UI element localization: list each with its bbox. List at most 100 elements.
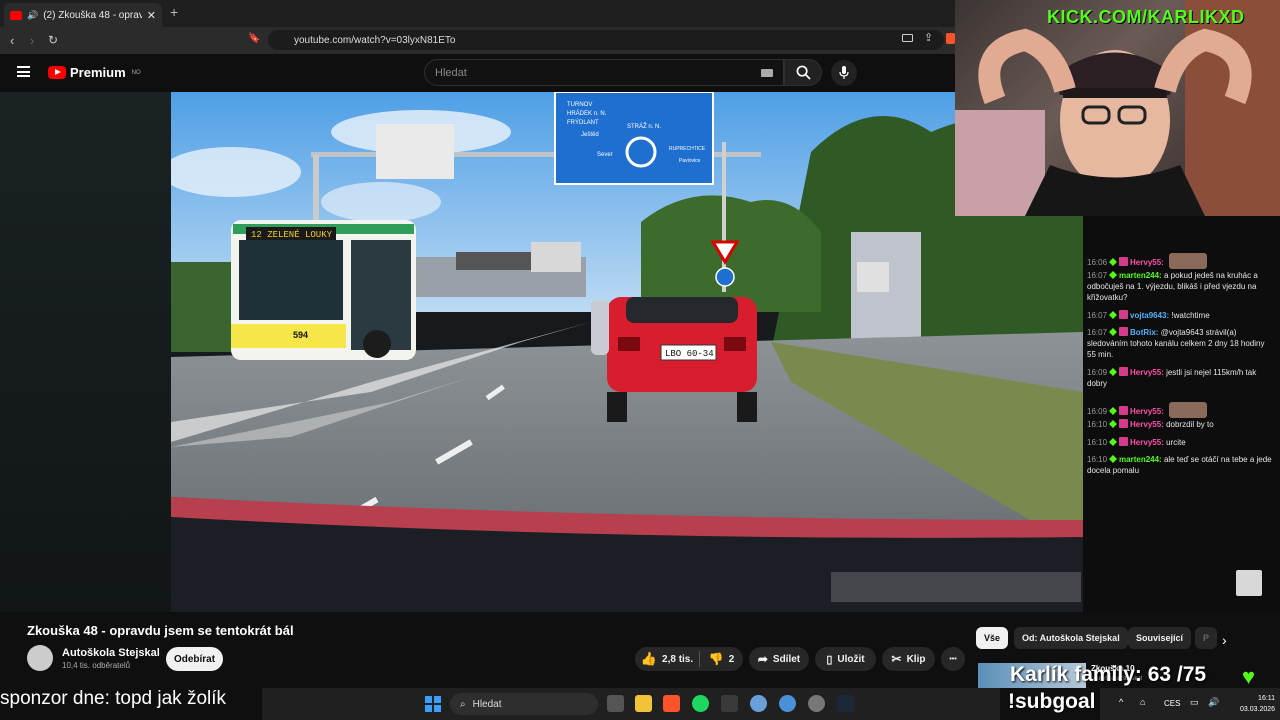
streamer-webcam (955, 0, 1280, 216)
cast-icon[interactable] (902, 34, 913, 42)
sub-badge-icon (1109, 311, 1117, 319)
language-indicator[interactable]: CES (1164, 699, 1180, 708)
sign-right-line-0: RUPRECHTICE (669, 146, 706, 152)
chat-username[interactable]: BotRix: (1130, 328, 1158, 337)
steam-icon[interactable] (837, 695, 854, 712)
channel-name[interactable]: Autoškola Stejskal (62, 647, 160, 659)
chat-timestamp: 16:09 (1087, 368, 1108, 377)
chat-timestamp: 16:10 (1087, 420, 1108, 429)
like-count: 2,8 tis. (662, 653, 694, 665)
dislike-count: 2 (728, 653, 735, 665)
bookmark-icon[interactable]: 🔖 (248, 33, 260, 44)
sub-badge-icon (1109, 420, 1117, 428)
emote-image (1169, 402, 1208, 418)
logo-text: Premium (70, 65, 126, 80)
sign-left-line-1: HRÁDEK n. N. (567, 110, 607, 117)
share-page-icon[interactable]: ⇪ (924, 31, 933, 44)
chat-username[interactable]: Hervy55: (1130, 407, 1164, 416)
user-badge-icon (1119, 257, 1129, 266)
subscribe-button[interactable]: Odebírat (166, 647, 223, 671)
sub-badge-icon (1109, 438, 1117, 446)
youtube-play-icon (48, 66, 66, 79)
chat-username[interactable]: Hervy55: (1130, 438, 1164, 447)
logo-country-badge: NO (131, 69, 141, 76)
chip-from-channel[interactable]: Od: Autoškola Stejskal (1014, 627, 1128, 649)
chevron-right-icon[interactable]: › (1222, 632, 1227, 648)
sign-left-line-0: TURNOV (567, 102, 592, 108)
search-button[interactable] (784, 59, 822, 86)
heart-icon: ♥ (1242, 664, 1256, 689)
car-plate: LBO 60-34 (665, 349, 714, 359)
save-button[interactable]: ▯ Uložit (815, 647, 876, 671)
task-view-icon[interactable] (607, 695, 624, 712)
taskbar-search[interactable]: ⌕ Hledat (450, 693, 598, 715)
sign-center-text: STRÁŽ n. N. (627, 122, 661, 130)
clip-button[interactable]: ✂ Klip (882, 647, 935, 671)
chat-username[interactable]: Hervy55: (1130, 368, 1164, 377)
browser-tab[interactable]: 🔊 (2) Zkouška 48 - opravdu jsem se t ✕ (4, 3, 162, 27)
dislike-button[interactable]: 👎 2 (700, 647, 743, 671)
bus-route-display: 12 ZELENÉ LOUKY (251, 229, 333, 240)
windows-start-icon[interactable] (425, 696, 441, 712)
channel-avatar[interactable] (27, 645, 53, 671)
user-badge-icon (1119, 406, 1129, 415)
chip-all[interactable]: Vše (976, 627, 1009, 649)
brave-browser-icon[interactable] (663, 695, 680, 712)
share-button[interactable]: ➦ Sdílet (749, 647, 809, 671)
bus-number: 594 (293, 330, 308, 340)
sign-left-line-4: Sever (597, 152, 613, 158)
sub-badge-icon (1109, 271, 1117, 279)
chip-related[interactable]: Související (1128, 627, 1192, 649)
chat-username[interactable]: vojta9643: (1130, 311, 1169, 320)
chat-timestamp: 16:09 (1087, 407, 1108, 416)
app-icon[interactable] (721, 695, 738, 712)
chat-message: 16:09 Hervy55: jestli jsi nejel 115km/h t… (1087, 367, 1272, 389)
url-field[interactable]: youtube.com/watch?v=03lyxN81ETo (268, 30, 944, 50)
obs-icon[interactable] (808, 695, 825, 712)
video-frame[interactable]: TURNOV HRÁDEK n. N. FRÝDLANT Ještěd Seve… (171, 92, 1083, 612)
like-button[interactable]: 👍 2,8 tis. (635, 647, 699, 671)
chip-partial[interactable]: P (1195, 627, 1217, 649)
chat-username[interactable]: marten244: (1119, 271, 1162, 280)
sub-badge-icon (1109, 455, 1117, 463)
ccleaner-icon[interactable] (750, 695, 767, 712)
new-tab-icon[interactable]: + (170, 4, 178, 20)
spotify-icon[interactable] (692, 695, 709, 712)
close-tab-icon[interactable]: ✕ (147, 9, 156, 22)
tray-icon[interactable]: ⌂ (1140, 697, 1145, 707)
hamburger-menu-icon[interactable] (17, 66, 30, 77)
share-icon: ➦ (757, 652, 768, 666)
speaker-icon: 🔊 (27, 9, 39, 20)
miniplayer-thumbnail[interactable] (1236, 570, 1262, 596)
chat-username[interactable]: Hervy55: (1130, 258, 1164, 267)
back-icon[interactable]: ‹ (10, 33, 14, 48)
more-icon: ••• (949, 655, 957, 663)
sign-left-line-2: FRÝDLANT (567, 119, 599, 126)
ccleaner-icon-2[interactable] (779, 695, 796, 712)
chat-timestamp: 16:07 (1087, 311, 1108, 320)
taskbar-clock[interactable]: 16:11 03.03.2026 (1240, 693, 1275, 715)
keyboard-icon[interactable] (761, 69, 773, 77)
share-label: Sdílet (772, 653, 801, 665)
brave-shield-icon[interactable] (946, 33, 955, 44)
search-placeholder: Hledat (435, 66, 467, 79)
chat-username[interactable]: marten244: (1119, 455, 1162, 464)
voice-search-button[interactable] (831, 60, 857, 86)
player-ambient-left (0, 92, 171, 612)
user-badge-icon (1119, 367, 1129, 376)
chat-message: 16:06 Hervy55: (1087, 253, 1272, 269)
chat-message: 16:09 Hervy55: (1087, 402, 1272, 418)
more-actions-button[interactable]: ••• (941, 647, 965, 671)
thumbs-up-icon: 👍 (640, 651, 658, 666)
volume-icon[interactable]: 🔊 (1208, 697, 1219, 708)
network-icon[interactable]: ▭ (1190, 697, 1199, 708)
reload-icon[interactable]: ↻ (48, 33, 58, 47)
clock-date: 03.03.2026 (1240, 706, 1276, 713)
forward-icon[interactable]: › (30, 33, 34, 48)
youtube-logo[interactable]: Premium NO (48, 65, 141, 80)
search-input[interactable]: Hledat (424, 59, 784, 86)
chat-username[interactable]: Hervy55: (1130, 420, 1164, 429)
file-explorer-icon[interactable] (635, 695, 652, 712)
tray-chevron-icon[interactable]: ^ (1119, 697, 1123, 707)
scissors-icon: ✂ (891, 652, 902, 666)
